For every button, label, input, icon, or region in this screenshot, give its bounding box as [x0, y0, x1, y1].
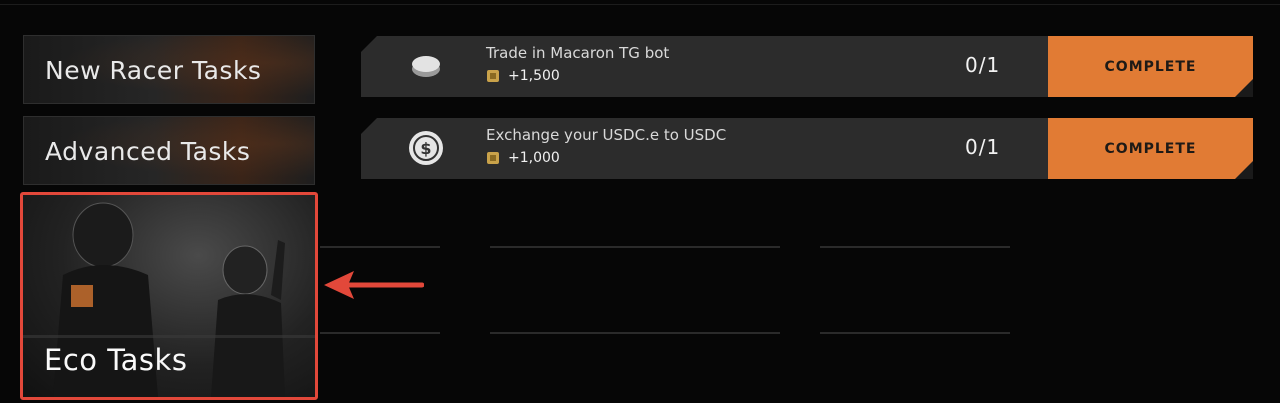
category-card-eco[interactable]: Eco Tasks [20, 192, 318, 400]
button-corner [1235, 161, 1253, 179]
usdc-icon: $ [409, 131, 443, 165]
background-line [820, 246, 1010, 248]
task-row: Trade in Macaron TG bot +1,500 0/1 COMPL… [361, 36, 1253, 97]
category-label: Eco Tasks [44, 343, 188, 377]
task-progress: 0/1 [965, 135, 1001, 159]
reward-amount: +1,500 [508, 68, 560, 84]
background-line [490, 246, 780, 248]
task-title: Trade in Macaron TG bot [486, 44, 670, 62]
category-card-advanced[interactable]: Advanced Tasks [23, 116, 315, 185]
background-line [320, 246, 440, 248]
complete-button[interactable]: COMPLETE [1048, 36, 1253, 97]
token-coin-icon [412, 56, 440, 77]
arrow-left-icon [324, 271, 424, 299]
task-reward: +1,500 [486, 68, 560, 84]
reward-coin-icon [487, 70, 499, 82]
background-line [490, 332, 780, 334]
category-label: New Racer Tasks [45, 56, 262, 85]
task-progress: 0/1 [965, 53, 1001, 77]
background-line [320, 332, 440, 334]
category-label: Advanced Tasks [45, 137, 251, 166]
reward-amount: +1,000 [508, 150, 560, 166]
svg-text:$: $ [420, 139, 431, 158]
task-reward: +1,000 [486, 150, 560, 166]
complete-button[interactable]: COMPLETE [1048, 118, 1253, 179]
reward-coin-icon [487, 152, 499, 164]
category-card-new-racer[interactable]: New Racer Tasks [23, 35, 315, 104]
task-row: $ Exchange your USDC.e to USDC +1,000 0/… [361, 118, 1253, 179]
background-line [820, 332, 1010, 334]
background-line [0, 4, 1280, 5]
button-corner [1235, 79, 1253, 97]
task-title: Exchange your USDC.e to USDC [486, 126, 727, 144]
